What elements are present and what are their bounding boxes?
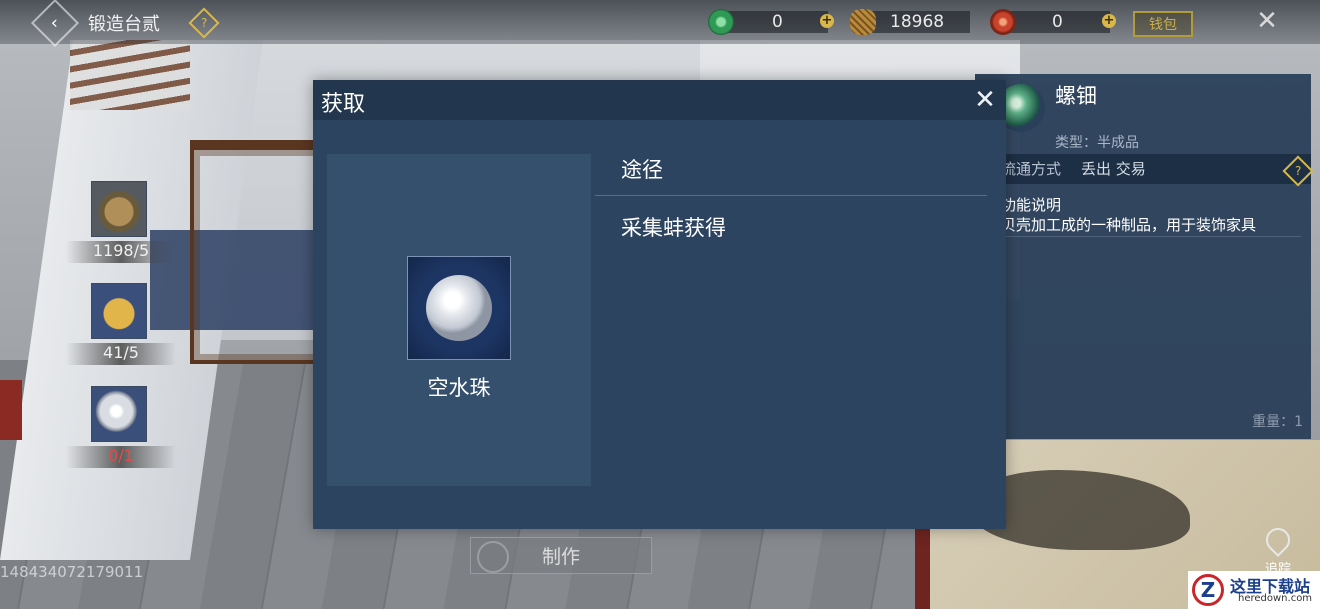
top-bar: ‹ 锻造台贰 ? 0 + 18968 0 + 钱包 ✕	[0, 0, 1320, 48]
item-slot[interactable]	[407, 256, 511, 360]
trade-value: 丢出 交易	[1081, 160, 1146, 178]
item-name: 螺钿	[1055, 84, 1097, 108]
add-currency-button[interactable]: +	[1102, 14, 1116, 28]
trade-label: 流通方式	[1001, 160, 1062, 178]
copper-coin-icon	[850, 9, 876, 35]
divider	[1001, 236, 1301, 237]
chevron-left-icon: ‹	[51, 12, 59, 34]
add-currency-button[interactable]: +	[820, 14, 834, 28]
route-header: 途径	[621, 158, 663, 182]
material-count: 0/1	[66, 446, 176, 468]
wallet-button[interactable]: 钱包	[1133, 11, 1193, 37]
red-pillar-left	[0, 380, 22, 440]
close-icon[interactable]: ✕	[1252, 6, 1282, 36]
item-weight: 重量：1	[1252, 414, 1303, 430]
watermark: Z 这里下载站 heredown.com	[1188, 571, 1320, 609]
material-count: 1198/5	[66, 241, 176, 263]
red-spiral-icon	[990, 9, 1016, 35]
item-type: 类型：半成品	[1055, 135, 1139, 151]
currency-jade: 0 +	[708, 8, 834, 36]
item-info-panel: 螺钿 类型：半成品 流通方式 丢出 交易 ? 功能说明 贝壳加工成的一种制品，用…	[975, 74, 1314, 439]
jade-coin-icon	[708, 9, 734, 35]
craft-button[interactable]: 制作	[470, 537, 652, 574]
currency-value: 0	[1052, 12, 1063, 32]
ore-icon[interactable]	[91, 181, 147, 237]
divider	[595, 195, 987, 196]
route-item[interactable]: 采集蚌获得	[621, 212, 726, 242]
currency-value: 0	[772, 12, 783, 32]
swirl-icon	[477, 541, 509, 573]
material-count: 41/5	[66, 343, 176, 365]
watermark-logo: Z	[1192, 574, 1224, 606]
player-uid: 148434072179011	[0, 563, 144, 581]
currency-red: 0 +	[990, 8, 1116, 36]
item-name: 空水珠	[427, 376, 491, 400]
shell-icon[interactable]	[91, 283, 147, 339]
description-text: 贝壳加工成的一种制品，用于装饰家具	[1001, 216, 1257, 234]
help-icon[interactable]: ?	[188, 7, 220, 39]
description-title: 功能说明	[1001, 196, 1062, 214]
page-title: 锻造台贰	[88, 14, 160, 35]
wooden-stairs	[70, 40, 190, 110]
dialog-header	[313, 80, 1006, 120]
dialog-title: 获取	[321, 92, 366, 117]
pearl-icon	[426, 275, 492, 341]
currency-value: 18968	[890, 12, 945, 32]
currency-copper: 18968	[850, 8, 970, 36]
back-button[interactable]: ‹	[30, 0, 80, 48]
location-pin-icon	[1261, 523, 1295, 557]
close-icon[interactable]: ✕	[971, 85, 999, 115]
pearl-icon[interactable]	[91, 386, 147, 442]
acquire-dialog: 获取 ✕ 空水珠 途径 采集蚌获得	[313, 80, 1006, 529]
watermark-url: heredown.com	[1238, 593, 1313, 604]
